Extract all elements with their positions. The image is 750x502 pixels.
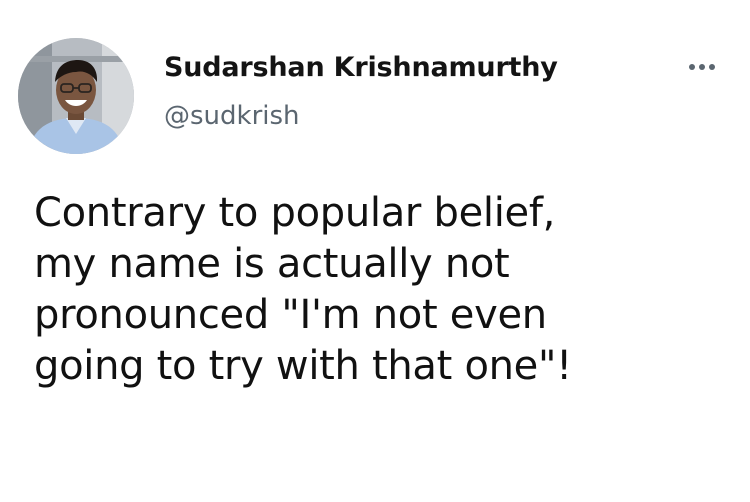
more-horizontal-icon: [709, 64, 715, 70]
author-name[interactable]: Sudarshan Krishnamurthy: [164, 52, 558, 83]
author-handle[interactable]: @sudkrish: [164, 101, 300, 131]
tweet-text-line: going to try with that one"!: [34, 343, 572, 389]
tweet-text-line: my name is actually not: [34, 241, 510, 287]
more-horizontal-icon: [689, 64, 695, 70]
avatar[interactable]: [18, 38, 134, 154]
more-options-button[interactable]: [680, 52, 724, 82]
tweet-text-line: pronounced "I'm not even: [34, 292, 547, 338]
tweet-text: Contrary to popular belief, my name is a…: [34, 188, 734, 392]
tweet-text-line: Contrary to popular belief,: [34, 190, 556, 236]
tweet-card: Sudarshan Krishnamurthy @sudkrish Contra…: [0, 0, 750, 502]
profile-photo-icon: [18, 38, 134, 154]
more-horizontal-icon: [699, 64, 705, 70]
